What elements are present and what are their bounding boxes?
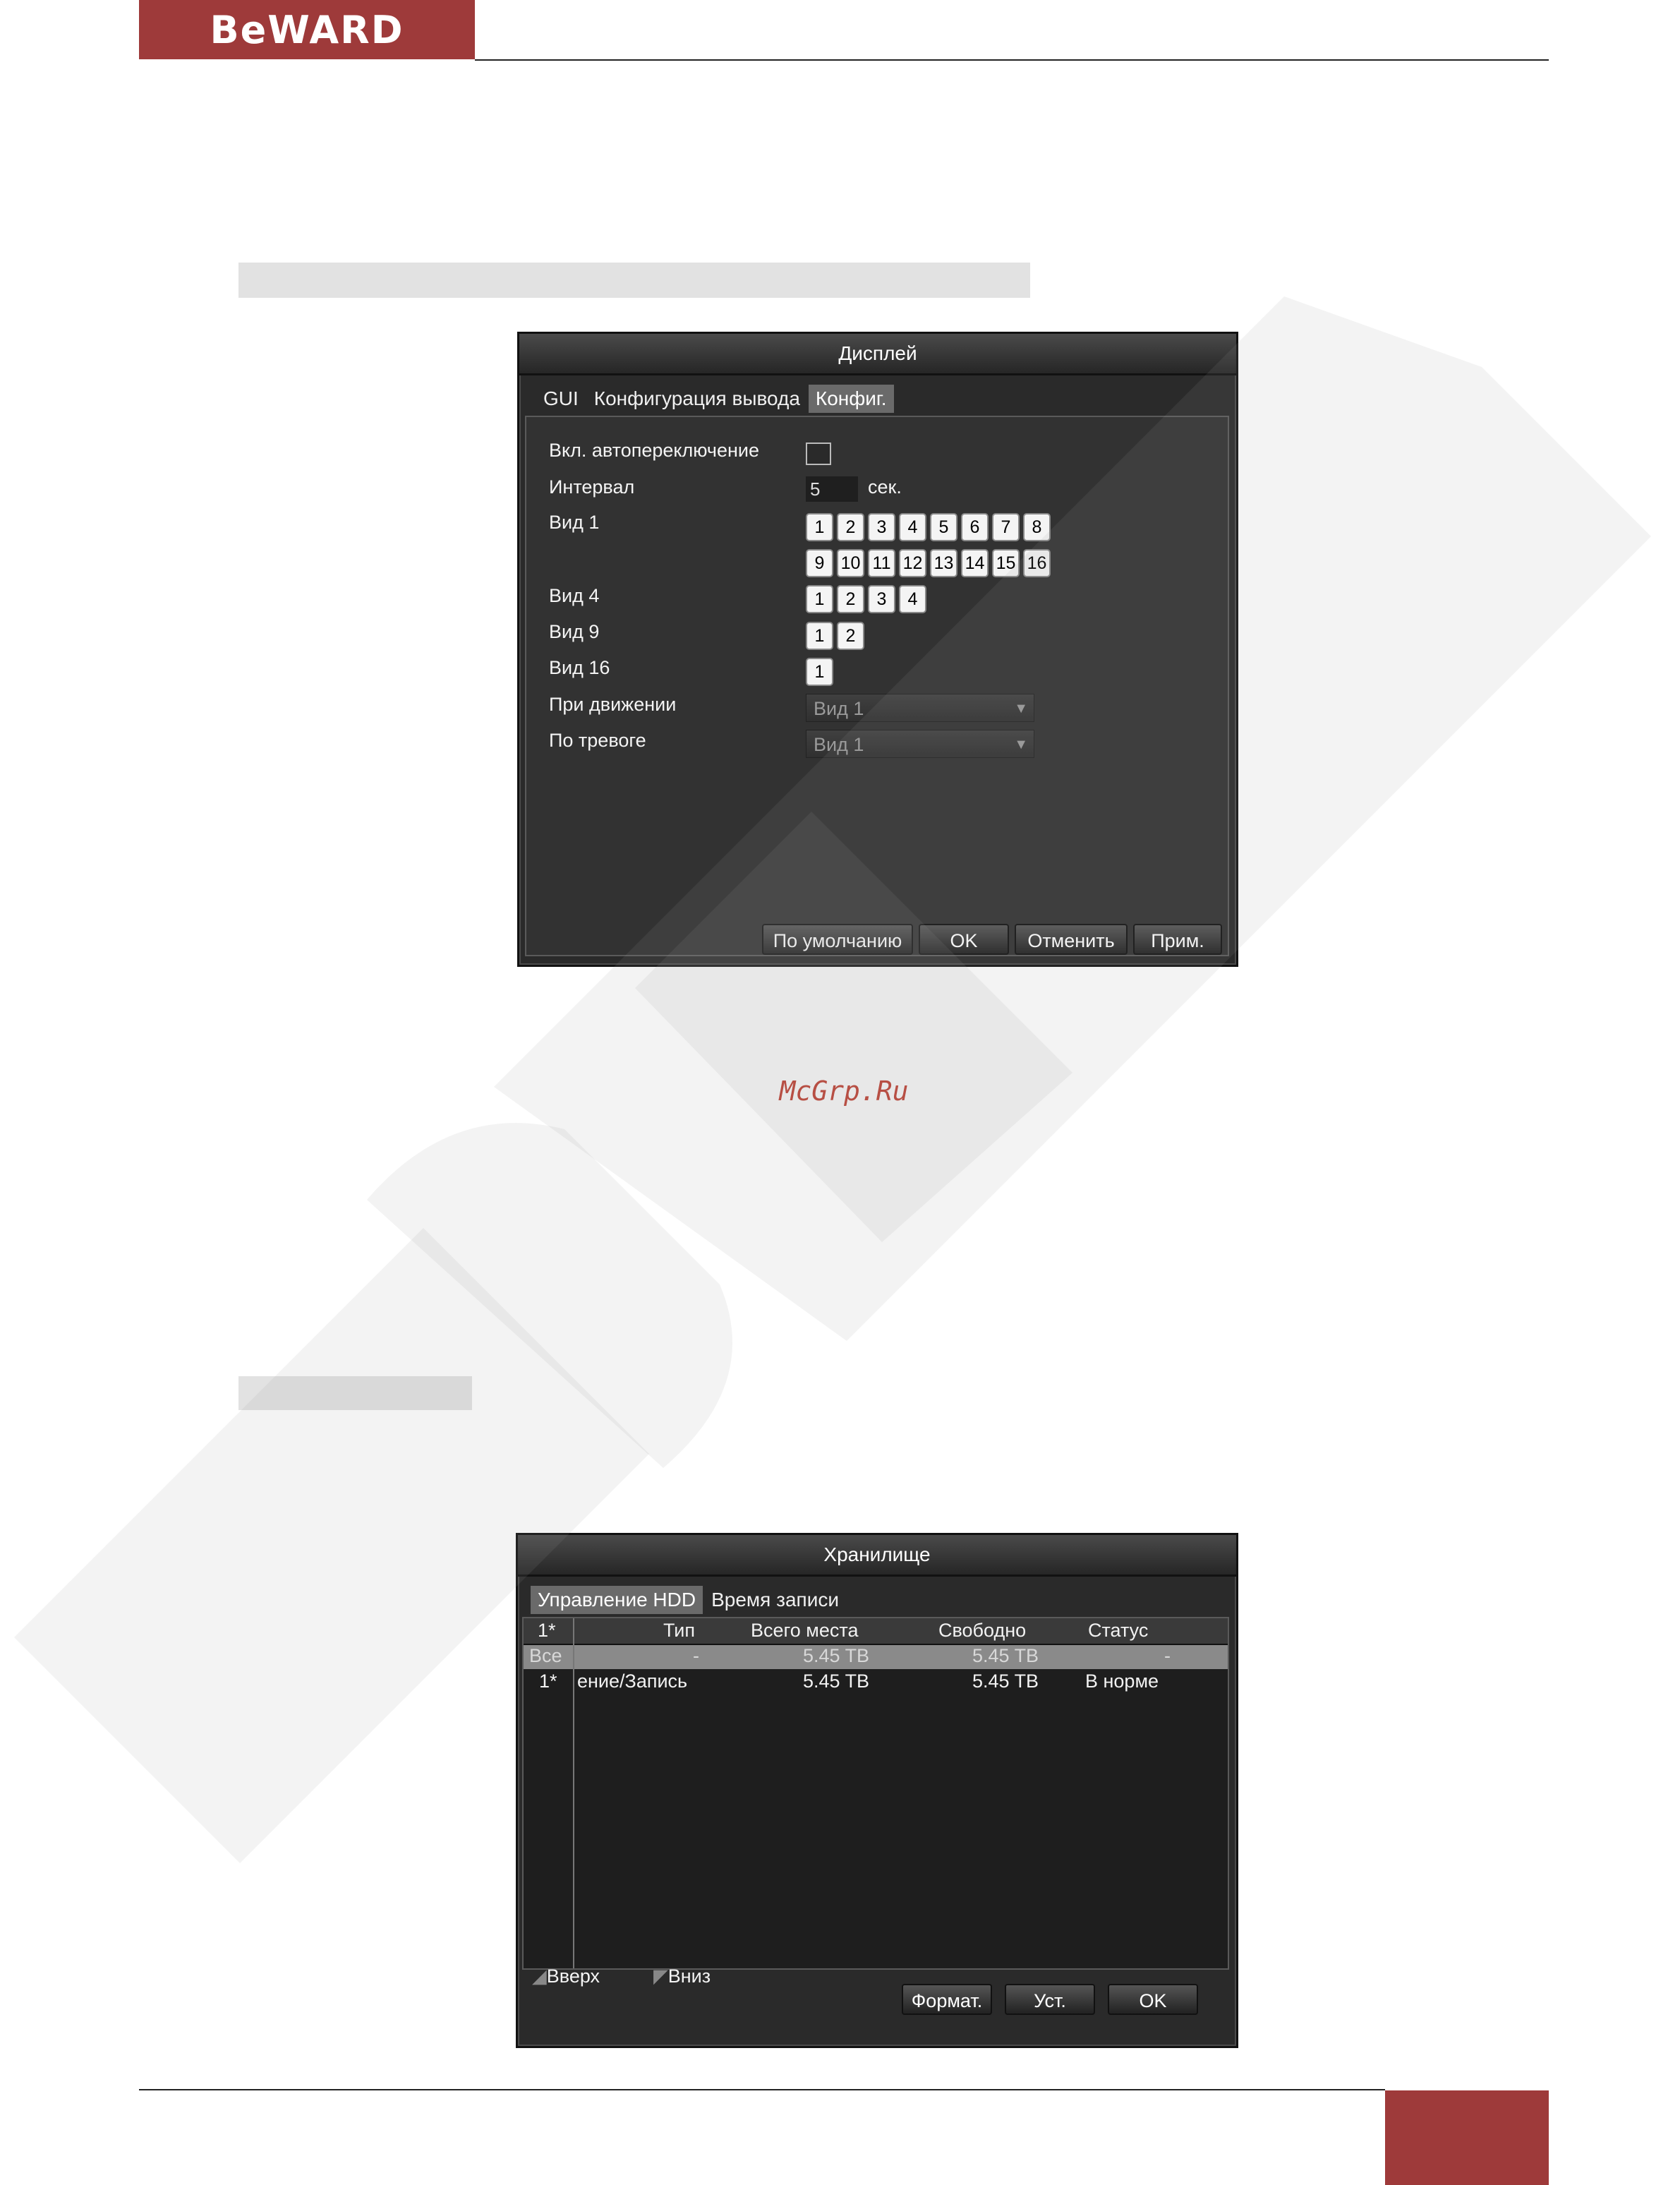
view9-btn-1[interactable]: 1 — [806, 622, 833, 650]
table-header: 1* Тип Всего места Свободно Статус — [524, 1618, 1228, 1645]
view4-btn-4[interactable]: 4 — [899, 585, 926, 613]
view16-label: Вид 16 — [549, 657, 610, 678]
interval-label: Интервал — [549, 476, 635, 498]
section-heading-bar — [238, 263, 1030, 298]
view4-btn-1[interactable]: 1 — [806, 585, 833, 613]
section-heading-bar-2 — [238, 1376, 472, 1410]
view9-row: 1 2 — [806, 622, 864, 650]
page-down-nav[interactable]: ◤Вниз — [653, 1966, 711, 1987]
view1-btn-11[interactable]: 11 — [868, 549, 895, 577]
view1-btn-4[interactable]: 4 — [899, 513, 926, 541]
chevron-down-icon: ▼ — [1014, 701, 1028, 716]
storage-dialog: Хранилище Управление HDD Время записи 1*… — [516, 1533, 1238, 2048]
row-1-status[interactable]: В норме — [1085, 1671, 1159, 1692]
view1-btn-10[interactable]: 10 — [837, 549, 864, 577]
tab-gui[interactable]: GUI — [536, 385, 586, 413]
apply-button[interactable]: Прим. — [1133, 924, 1222, 955]
view1-row1: 1 2 3 4 5 6 7 8 — [806, 513, 1051, 541]
table-row-selected[interactable] — [524, 1645, 1228, 1669]
page-up-nav[interactable]: ◢Вверх — [532, 1966, 600, 1987]
motion-select-value: Вид 1 — [814, 698, 864, 719]
cancel-button[interactable]: Отменить — [1015, 924, 1128, 955]
view4-row: 1 2 3 4 — [806, 585, 926, 613]
autoswitch-label: Вкл. автопереключение — [549, 440, 760, 461]
view9-label: Вид 9 — [549, 621, 600, 642]
tab-record-time[interactable]: Время записи — [704, 1586, 846, 1614]
view4-label: Вид 4 — [549, 585, 600, 606]
hdd-table: 1* Тип Всего места Свободно Статус Все -… — [522, 1617, 1229, 1970]
view4-btn-3[interactable]: 3 — [868, 585, 895, 613]
view1-btn-2[interactable]: 2 — [837, 513, 864, 541]
row-1-free[interactable]: 5.45 TB — [972, 1671, 1039, 1692]
site-watermark: McGrp.Ru — [779, 1076, 909, 1107]
col-total: Всего места — [751, 1620, 859, 1641]
view1-btn-13[interactable]: 13 — [930, 549, 957, 577]
row-all-status: - — [1164, 1645, 1171, 1666]
view1-btn-6[interactable]: 6 — [961, 513, 989, 541]
col-type: Тип — [663, 1620, 696, 1641]
ok-button[interactable]: OK — [1108, 1984, 1198, 2015]
motion-label: При движении — [549, 694, 677, 715]
tab-hdd-management[interactable]: Управление HDD — [531, 1586, 703, 1614]
view1-btn-12[interactable]: 12 — [899, 549, 926, 577]
view1-btn-5[interactable]: 5 — [930, 513, 957, 541]
column-divider — [573, 1618, 574, 1968]
col-id: 1* — [538, 1620, 556, 1641]
arrow-down-icon: ◤ — [653, 1966, 668, 1987]
format-button[interactable]: Формат. — [902, 1984, 992, 2015]
row-1-id[interactable]: 1* — [539, 1671, 557, 1692]
view1-btn-15[interactable]: 15 — [992, 549, 1020, 577]
tab-config[interactable]: Конфиг. — [808, 385, 894, 413]
view16-row: 1 — [806, 658, 833, 686]
arrow-up-icon: ◢ — [532, 1966, 547, 1987]
display-tabs: GUI Конфигурация вывода Конфиг. — [536, 385, 894, 413]
tab-output-config[interactable]: Конфигурация вывода — [587, 385, 807, 413]
header-rule — [475, 59, 1549, 61]
interval-unit: сек. — [868, 476, 902, 498]
view1-btn-3[interactable]: 3 — [868, 513, 895, 541]
row-all-total: 5.45 TB — [803, 1645, 870, 1666]
row-all-type: - — [693, 1645, 699, 1666]
view1-label: Вид 1 — [549, 512, 600, 533]
storage-tabs: Управление HDD Время записи — [531, 1586, 846, 1614]
row-1-type[interactable]: ение/Запись — [577, 1671, 687, 1692]
view1-btn-16[interactable]: 16 — [1023, 549, 1051, 577]
view1-btn-14[interactable]: 14 — [961, 549, 989, 577]
interval-input[interactable]: 5 — [806, 476, 858, 502]
set-button[interactable]: Уст. — [1005, 1984, 1095, 2015]
footer-rule — [139, 2089, 1385, 2090]
view4-btn-2[interactable]: 2 — [837, 585, 864, 613]
view9-btn-2[interactable]: 2 — [837, 622, 864, 650]
row-all-free: 5.45 TB — [972, 1645, 1039, 1666]
page-number-box — [1385, 2090, 1549, 2185]
row-all-id: Все — [529, 1645, 562, 1666]
row-1-total[interactable]: 5.45 TB — [803, 1671, 869, 1692]
beward-logo: BeWARD — [139, 0, 475, 59]
view16-btn-1[interactable]: 1 — [806, 658, 833, 686]
ok-button[interactable]: OK — [919, 924, 1009, 955]
alarm-select-value: Вид 1 — [814, 734, 864, 755]
display-dialog: Дисплей GUI Конфигурация вывода Конфиг. … — [517, 332, 1238, 967]
view1-row2: 9 10 11 12 13 14 15 16 — [806, 549, 1051, 577]
col-status: Статус — [1088, 1620, 1149, 1641]
alarm-select[interactable]: Вид 1 ▼ — [806, 730, 1034, 758]
motion-select[interactable]: Вид 1 ▼ — [806, 694, 1034, 722]
default-button[interactable]: По умолчанию — [762, 924, 913, 955]
view1-btn-1[interactable]: 1 — [806, 513, 833, 541]
alarm-label: По тревоге — [549, 730, 646, 751]
view1-btn-8[interactable]: 8 — [1023, 513, 1051, 541]
chevron-down-icon: ▼ — [1014, 737, 1028, 752]
dialog-title: Хранилище — [518, 1535, 1236, 1577]
dialog-title: Дисплей — [519, 334, 1236, 375]
col-free: Свободно — [938, 1620, 1027, 1641]
autoswitch-checkbox[interactable] — [806, 443, 831, 465]
view1-btn-9[interactable]: 9 — [806, 549, 833, 577]
display-panel: Вкл. автопереключение Интервал 5 сек. Ви… — [525, 416, 1229, 956]
view1-btn-7[interactable]: 7 — [992, 513, 1020, 541]
